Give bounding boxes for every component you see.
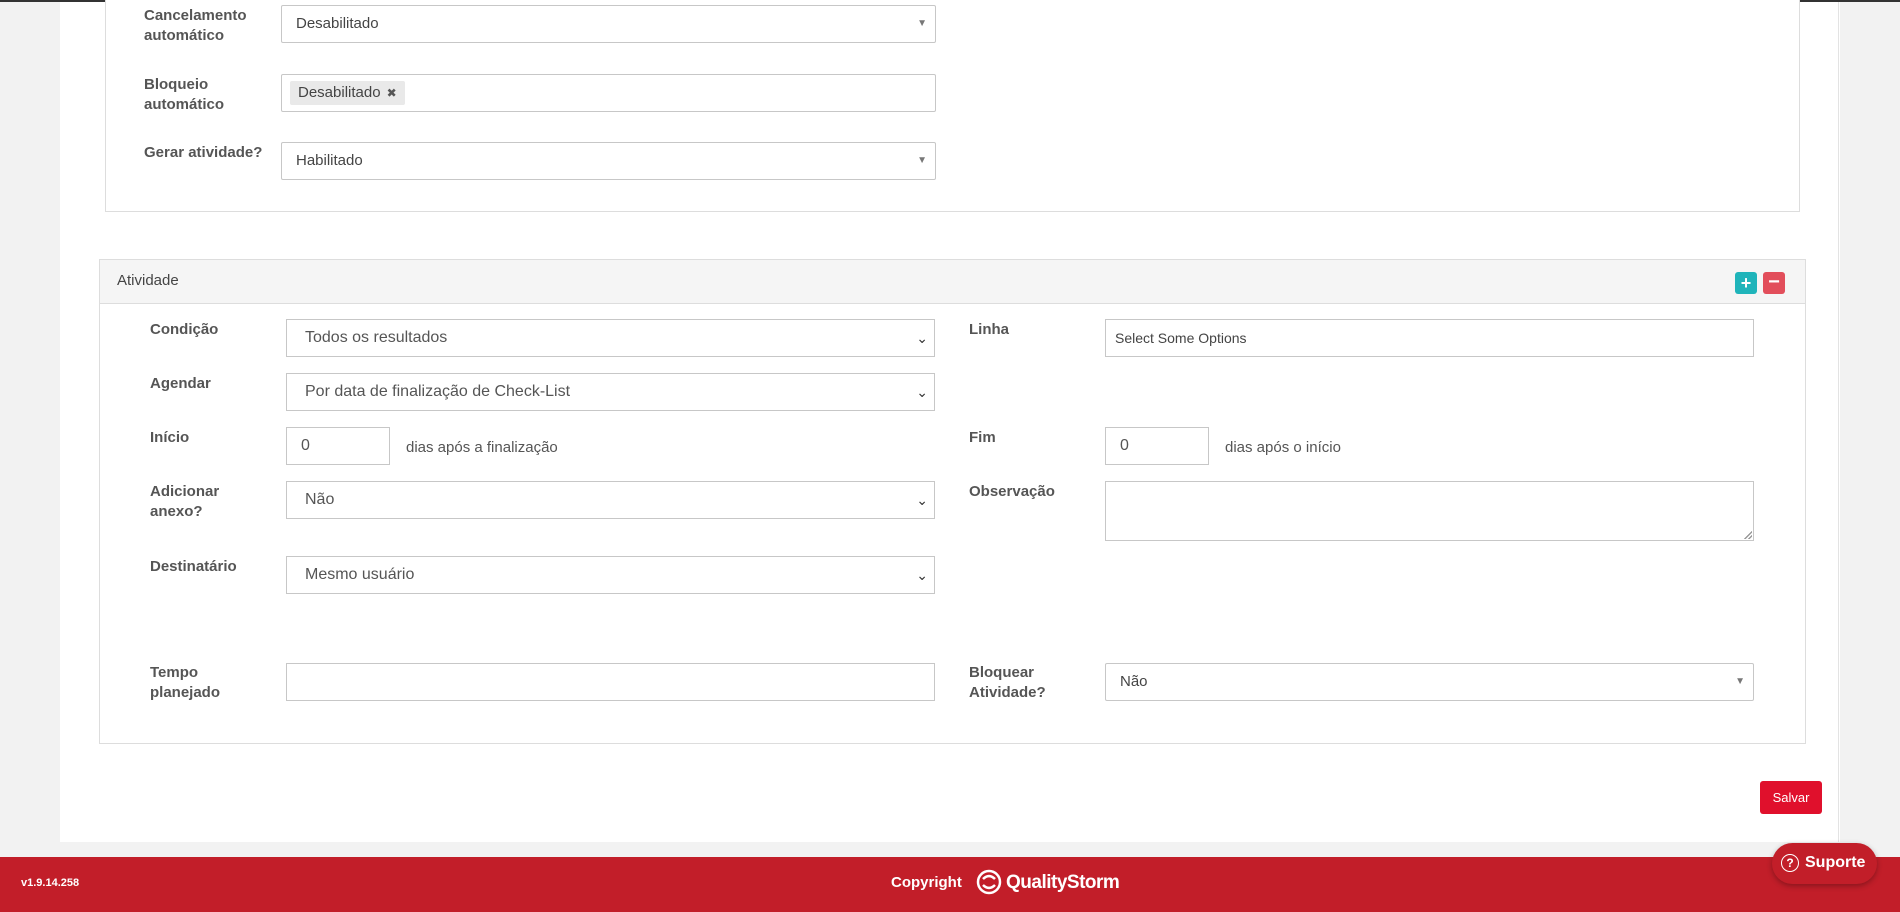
cancelamento-label: Cancelamento automático: [144, 7, 247, 44]
fim-suffix: dias após o início: [1225, 439, 1341, 456]
agendar-select[interactable]: Por data de finalização de Check-List ⌄: [286, 373, 935, 411]
fim-label: Fim: [969, 429, 996, 446]
caret-down-icon: ▼: [917, 155, 927, 166]
cancelamento-value: Desabilitado: [296, 15, 379, 32]
remove-chip-icon[interactable]: ✖: [387, 81, 397, 105]
inicio-suffix: dias após a finalização: [406, 439, 558, 456]
caret-down-icon: ▼: [917, 18, 927, 29]
condicao-label: Condição: [150, 321, 219, 338]
atividade-panel-header: Atividade + −: [100, 260, 1805, 304]
adicionar-anexo-value: Não: [305, 491, 335, 508]
adicionar-anexo-label: Adicionar anexo?: [150, 483, 220, 520]
save-button[interactable]: Salvar: [1760, 781, 1822, 814]
chevron-down-icon: ⌄: [916, 567, 928, 583]
destinatario-value: Mesmo usuário: [305, 566, 415, 583]
bloqueio-label: Bloqueio automático: [144, 76, 225, 113]
linha-placeholder: Select Some Options: [1115, 330, 1247, 346]
inicio-label: Início: [150, 429, 190, 446]
atividade-panel: Atividade + − Condição Todos os resultad…: [99, 259, 1806, 744]
add-button[interactable]: +: [1735, 272, 1757, 294]
destinatario-select[interactable]: Mesmo usuário ⌄: [286, 556, 935, 594]
bloqueio-chip-label: Desabilitado: [298, 84, 381, 101]
inicio-input[interactable]: 0: [286, 427, 390, 465]
fim-input[interactable]: 0: [1105, 427, 1209, 465]
gerar-atividade-label: Gerar atividade?: [144, 144, 263, 161]
resize-grip-icon[interactable]: [1744, 531, 1752, 539]
condicao-select[interactable]: Todos os resultados ⌄: [286, 319, 935, 357]
agendar-label: Agendar: [150, 375, 211, 392]
linha-label: Linha: [969, 321, 1009, 338]
bloquear-atividade-label: Bloquear Atividade?: [969, 664, 1046, 701]
content-edge: [1838, 2, 1839, 842]
fim-value: 0: [1120, 437, 1129, 454]
help-icon: ?: [1781, 854, 1799, 872]
bloquear-atividade-value: Não: [1120, 673, 1148, 690]
brand-name: QualityStorm: [1006, 872, 1120, 893]
observacao-label: Observação: [969, 483, 1055, 500]
version-text: v1.9.14.258: [21, 877, 80, 889]
bloqueio-multiselect[interactable]: Desabilitado ✖: [281, 74, 936, 112]
bloquear-atividade-select[interactable]: Não ▼: [1105, 663, 1754, 701]
linha-multiselect[interactable]: Select Some Options: [1105, 319, 1754, 357]
gerar-atividade-value: Habilitado: [296, 152, 363, 169]
footer: v1.9.14.258 Copyright QualityStorm: [0, 857, 1900, 912]
observacao-textarea[interactable]: [1105, 481, 1754, 541]
qualitystorm-logo-icon: [976, 869, 1002, 895]
agendar-value: Por data de finalização de Check-List: [305, 383, 571, 400]
automation-panel: Cancelamento automático Desabilitado ▼ B…: [105, 0, 1800, 212]
support-label: Suporte: [1805, 854, 1866, 871]
cancelamento-select[interactable]: Desabilitado ▼: [281, 5, 936, 43]
copyright-text: Copyright: [891, 874, 962, 891]
tempo-planejado-label: Tempo planejado: [150, 664, 221, 701]
chevron-down-icon: ⌄: [916, 492, 928, 508]
adicionar-anexo-select[interactable]: Não ⌄: [286, 481, 935, 519]
destinatario-label: Destinatário: [150, 558, 237, 575]
gerar-atividade-select[interactable]: Habilitado ▼: [281, 142, 936, 180]
chevron-down-icon: ⌄: [916, 384, 928, 400]
bloqueio-chip: Desabilitado ✖: [290, 81, 405, 105]
tempo-planejado-input[interactable]: [286, 663, 935, 701]
remove-button[interactable]: −: [1763, 272, 1785, 294]
atividade-title: Atividade: [117, 272, 179, 289]
condicao-value: Todos os resultados: [305, 329, 448, 346]
inicio-value: 0: [301, 437, 310, 454]
chevron-down-icon: ⌄: [916, 330, 928, 346]
support-button[interactable]: ? Suporte: [1772, 843, 1877, 884]
caret-down-icon: ▼: [1735, 676, 1745, 687]
